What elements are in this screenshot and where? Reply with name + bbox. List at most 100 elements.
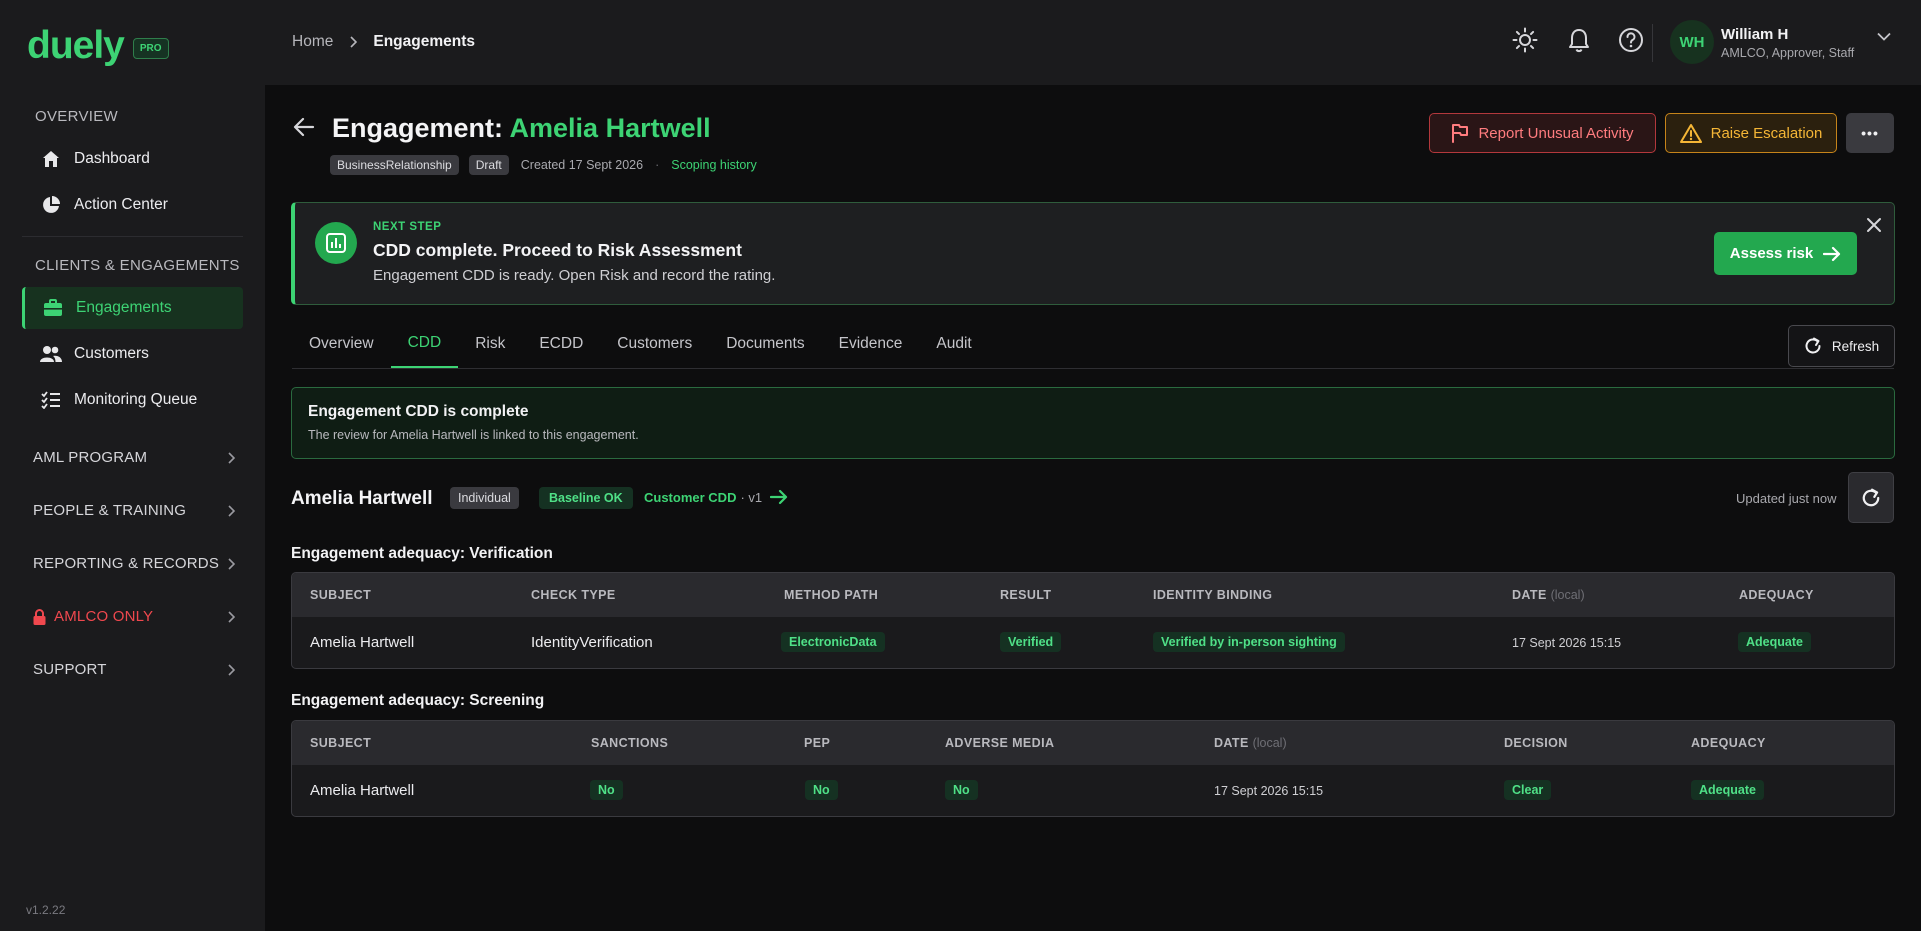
created-date: Created 17 Sept 2026: [520, 158, 644, 172]
cell-date: 17 Sept 2026 15:15: [1512, 636, 1622, 650]
page-title-prefix: Engagement:: [332, 113, 510, 143]
engagement-tabs: Overview CDD Risk ECDD Customers Documen…: [292, 320, 989, 368]
sidebar-group-aml-program[interactable]: AML PROGRAM: [33, 449, 235, 466]
breadcrumb: Home Engagements: [292, 33, 475, 51]
sidebar-item-action-center[interactable]: Action Center: [22, 184, 243, 226]
cell-adequacy-tag: Adequate: [1691, 780, 1764, 800]
table-row[interactable]: Amelia Hartwell IdentityVerification Ele…: [292, 617, 1894, 668]
sidebar-item-label: Action Center: [74, 196, 168, 213]
tab-overview[interactable]: Overview: [292, 320, 391, 368]
next-step-title: CDD complete. Proceed to Risk Assessment: [373, 240, 742, 260]
user-name: William H: [1721, 26, 1789, 43]
last-updated: Updated just now: [1736, 491, 1837, 506]
customer-cdd-link[interactable]: Customer CDD · v1: [644, 489, 788, 505]
relationship-type-chip: BusinessRelationship: [330, 155, 459, 175]
assess-risk-button[interactable]: Assess risk: [1714, 232, 1857, 275]
tab-audit[interactable]: Audit: [919, 320, 988, 368]
sidebar-group-label: PEOPLE & TRAINING: [33, 502, 187, 519]
column-header-date: DATE (local): [1214, 736, 1287, 750]
chevron-right-icon: [227, 451, 235, 464]
sidebar-item-label: Customers: [74, 345, 149, 362]
customer-cdd-label: Customer CDD: [644, 489, 737, 505]
table-header: SUBJECT CHECK TYPE METHOD PATH RESULT ID…: [292, 573, 1894, 617]
close-icon[interactable]: [1866, 217, 1882, 233]
tab-ecdd[interactable]: ECDD: [522, 320, 600, 368]
column-header-sanctions: SANCTIONS: [591, 736, 669, 750]
cell-decision-tag: Clear: [1504, 780, 1552, 800]
brand[interactable]: duely PRO: [27, 24, 169, 68]
refresh-icon: [1861, 488, 1881, 508]
column-header-date-note: (local): [1252, 736, 1287, 750]
nav-divider: [22, 236, 243, 237]
arrow-right-icon: [1823, 246, 1841, 262]
tab-customers[interactable]: Customers: [600, 320, 709, 368]
chevron-right-icon: [227, 663, 235, 676]
sidebar-item-dashboard[interactable]: Dashboard: [22, 138, 243, 180]
cell-adequacy-tag: Adequate: [1738, 632, 1811, 652]
sidebar-item-customers[interactable]: Customers: [22, 333, 243, 375]
cell-subject: Amelia Hartwell: [310, 782, 415, 799]
cell-method-path-tag: ElectronicData: [781, 632, 885, 652]
table-header: SUBJECT SANCTIONS PEP ADVERSE MEDIA DATE…: [292, 721, 1894, 765]
tab-risk[interactable]: Risk: [458, 320, 522, 368]
back-arrow-icon[interactable]: [293, 117, 315, 137]
assess-risk-label: Assess risk: [1729, 245, 1814, 262]
home-icon: [40, 148, 62, 170]
column-header-subject: SUBJECT: [310, 736, 372, 750]
refresh-label: Refresh: [1831, 338, 1880, 354]
sidebar-group-reporting-records[interactable]: REPORTING & RECORDS: [33, 555, 235, 572]
verification-table: SUBJECT CHECK TYPE METHOD PATH RESULT ID…: [291, 572, 1895, 669]
customer-cdd-version: · v1: [740, 489, 763, 505]
page-title-name: Amelia Hartwell: [509, 113, 711, 143]
chevron-down-icon[interactable]: [1877, 32, 1891, 41]
subject-name: Amelia Hartwell: [291, 488, 433, 509]
column-header-identity-binding: IDENTITY BINDING: [1153, 588, 1273, 602]
avatar[interactable]: WH: [1670, 20, 1714, 64]
cell-identity-binding-tag: Verified by in-person sighting: [1153, 632, 1345, 652]
reload-button[interactable]: [1848, 472, 1894, 523]
cell-result-tag: Verified: [1000, 632, 1062, 652]
breadcrumb-home[interactable]: Home: [292, 33, 333, 51]
refresh-button[interactable]: Refresh: [1788, 325, 1895, 367]
tab-evidence[interactable]: Evidence: [822, 320, 920, 368]
column-header-method-path: METHOD PATH: [784, 588, 879, 602]
bell-icon[interactable]: [1565, 26, 1593, 54]
cell-date: 17 Sept 2026 15:15: [1214, 784, 1324, 798]
nav-heading-clients: CLIENTS & ENGAGEMENTS: [35, 257, 240, 274]
column-header-adequacy: ADEQUACY: [1739, 588, 1814, 602]
list-check-icon: [40, 389, 62, 411]
sidebar-group-label: SUPPORT: [33, 661, 107, 678]
sidebar-item-monitoring-queue[interactable]: Monitoring Queue: [22, 379, 243, 421]
report-unusual-activity-button[interactable]: Report Unusual Activity: [1429, 113, 1656, 153]
more-actions-button[interactable]: •••: [1846, 113, 1894, 153]
column-header-date-label: DATE: [1512, 588, 1547, 602]
help-icon[interactable]: [1617, 26, 1645, 54]
tab-documents[interactable]: Documents: [709, 320, 821, 368]
topbar: Home Engagements WH William H AMLCO, App…: [265, 0, 1921, 85]
lock-icon: [33, 608, 46, 625]
breadcrumb-separator: [349, 36, 358, 48]
scoping-history-link[interactable]: Scoping history: [671, 158, 756, 172]
raise-escalation-button[interactable]: Raise Escalation: [1665, 113, 1837, 153]
column-header-decision: DECISION: [1504, 736, 1568, 750]
sidebar-group-amlco-only[interactable]: AMLCO ONLY: [33, 608, 235, 625]
escalate-button-label: Raise Escalation: [1710, 124, 1823, 142]
tab-cdd[interactable]: CDD: [390, 320, 459, 368]
users-icon: [40, 343, 62, 365]
cell-pep-tag: No: [805, 780, 838, 800]
sidebar-group-label: AMLCO ONLY: [54, 608, 154, 625]
sidebar-group-support[interactable]: SUPPORT: [33, 661, 235, 678]
chevron-right-icon: [227, 504, 235, 517]
sun-icon[interactable]: [1511, 26, 1539, 54]
column-header-date: DATE (local): [1512, 588, 1585, 602]
column-header-pep: PEP: [804, 736, 831, 750]
cdd-status-title: Engagement CDD is complete: [308, 403, 529, 420]
sidebar-item-engagements[interactable]: Engagements: [22, 287, 243, 329]
column-header-subject: SUBJECT: [310, 588, 372, 602]
sidebar-group-people-training[interactable]: PEOPLE & TRAINING: [33, 502, 235, 519]
bar-chart-icon: [315, 222, 357, 264]
tabs-underline: [292, 368, 1894, 369]
next-step-label: NEXT STEP: [373, 221, 442, 233]
table-row[interactable]: Amelia Hartwell No No No 17 Sept 2026 15…: [292, 765, 1894, 816]
pro-badge: PRO: [132, 37, 169, 59]
